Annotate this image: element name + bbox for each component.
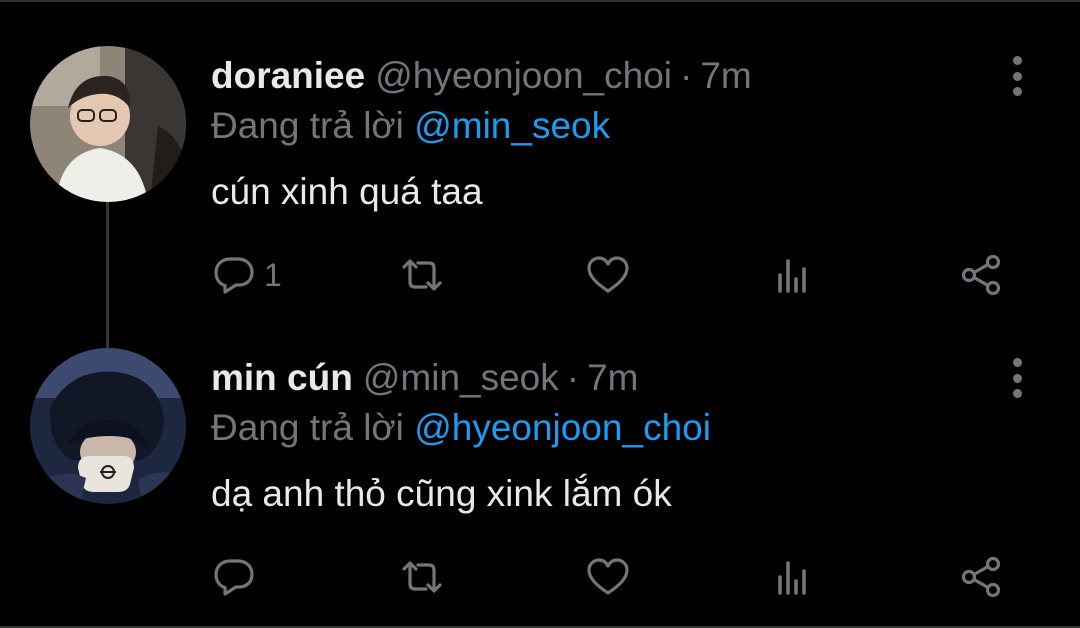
tweet-1[interactable]: doraniee @hyeonjoon_choi · 7m Đang trả lời …: [0, 2, 1080, 322]
replying-to: Đang trả lời @hyeonjoon_choi: [211, 406, 711, 450]
like-button[interactable]: [586, 252, 630, 298]
views-button[interactable]: [774, 252, 818, 298]
reply-icon: [214, 257, 254, 294]
user-handle[interactable]: @hyeonjoon_choi: [375, 55, 672, 96]
conversation-thread: doraniee @hyeonjoon_choi · 7m Đang trả lời …: [0, 0, 1080, 628]
reply-icon: [214, 559, 254, 596]
tweet-text: cún xinh quá taa: [211, 171, 483, 212]
timestamp[interactable]: 7m: [700, 55, 751, 96]
separator-dot: ·: [680, 55, 693, 96]
mention-link[interactable]: @hyeonjoon_choi: [414, 407, 711, 448]
tweet-header: min cún @min_seok · 7m: [211, 356, 639, 400]
views-icon: [778, 561, 806, 595]
like-icon: [587, 558, 629, 595]
separator-dot: ·: [566, 357, 580, 398]
display-name[interactable]: doraniee: [211, 55, 365, 96]
more-icon[interactable]: [1000, 356, 1034, 400]
views-button[interactable]: [774, 554, 818, 600]
share-button[interactable]: [960, 554, 1004, 600]
avatar[interactable]: [30, 348, 186, 504]
user-handle[interactable]: @min_seok: [363, 357, 559, 398]
retweet-icon: [402, 561, 442, 593]
views-icon: [778, 259, 806, 293]
share-button[interactable]: [960, 252, 1004, 298]
tweet-header: doraniee @hyeonjoon_choi · 7m: [211, 54, 752, 98]
reply-count: 1: [264, 256, 282, 293]
like-icon: [587, 256, 629, 293]
display-name[interactable]: min cún: [211, 357, 353, 398]
mention-link[interactable]: @min_seok: [414, 105, 610, 146]
tweet-2[interactable]: min cún @min_seok · 7m Đang trả lời @hyeonj…: [0, 322, 1080, 626]
reply-button[interactable]: [212, 554, 264, 600]
tweet-text: dạ anh thỏ cũng xink lắm ók: [211, 473, 672, 514]
replying-to: Đang trả lời @min_seok: [211, 104, 610, 148]
retweet-button[interactable]: [400, 252, 444, 298]
replying-to-label: Đang trả lời: [211, 407, 404, 448]
avatar[interactable]: [30, 46, 186, 202]
replying-to-label: Đang trả lời: [211, 105, 404, 146]
retweet-icon: [402, 259, 442, 291]
timestamp[interactable]: 7m: [587, 357, 638, 398]
more-icon[interactable]: [1000, 54, 1034, 98]
reply-button[interactable]: 1: [212, 252, 282, 298]
share-icon: [961, 556, 1001, 598]
like-button[interactable]: [586, 554, 630, 600]
retweet-button[interactable]: [400, 554, 444, 600]
share-icon: [961, 254, 1001, 296]
